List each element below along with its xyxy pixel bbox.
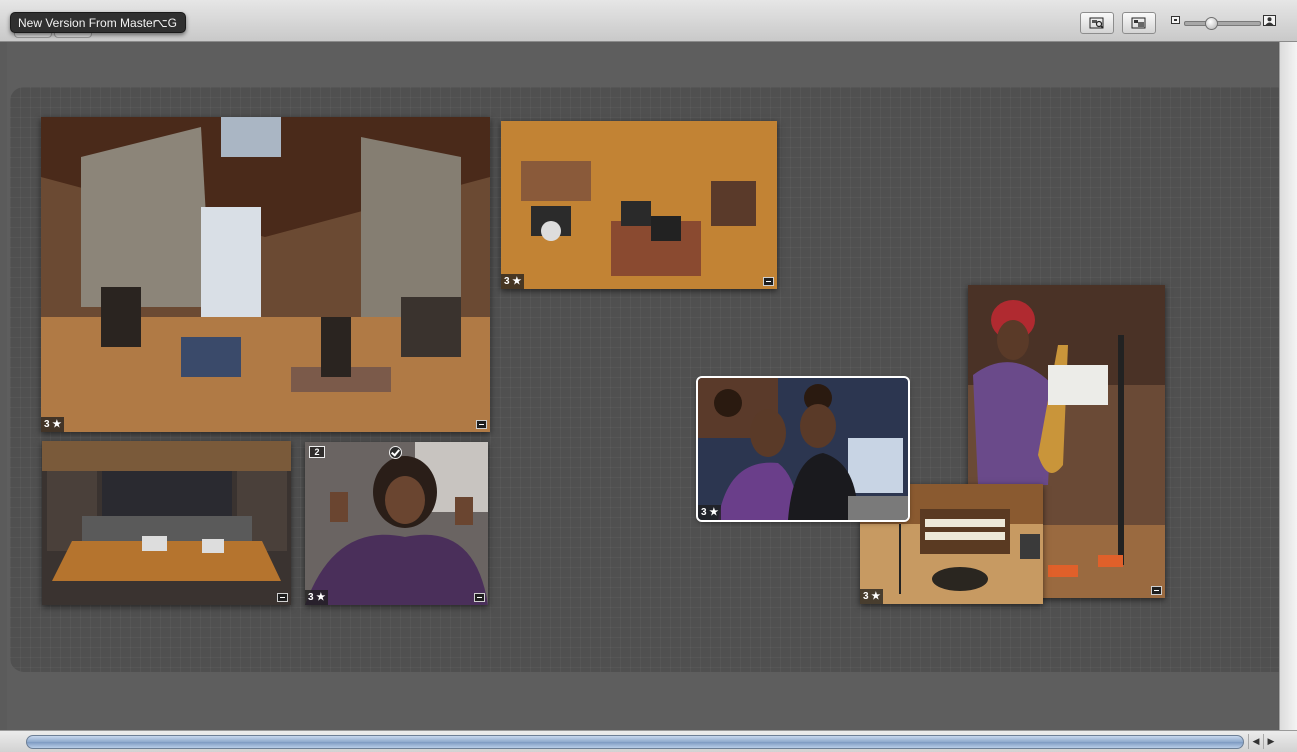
photo-overhead-band[interactable]: 3 ★ <box>501 121 777 289</box>
adjustments-icon[interactable] <box>1151 586 1162 595</box>
rating-badge: 3 ★ <box>698 505 722 520</box>
photo-portrait-dreadlocks[interactable]: 2 3 ★ <box>305 442 488 605</box>
tooltip: New Version From Master ⌥G <box>10 12 186 33</box>
toolbar: New Version From Master ⌥G <box>0 0 1297 42</box>
loupe-view-icon <box>1089 17 1104 29</box>
stack-count-badge[interactable]: 2 <box>309 446 325 458</box>
scroll-left-arrow-icon[interactable]: ◀ <box>1248 734 1263 749</box>
photo-overhead-band-image <box>501 121 777 289</box>
photo-control-room-image <box>42 441 291 605</box>
large-thumbnail-icon <box>1263 15 1276 26</box>
adjustments-icon[interactable] <box>763 277 774 286</box>
pick-check-icon[interactable] <box>389 446 402 459</box>
photo-portrait-dreadlocks-image <box>305 442 488 605</box>
adjustments-icon[interactable] <box>474 593 485 602</box>
adjustments-icon[interactable] <box>277 593 288 602</box>
photo-control-room[interactable] <box>42 441 291 605</box>
horizontal-scrollbar[interactable]: ◀ ▶ <box>0 730 1297 752</box>
photo-two-men-console-image <box>698 378 908 520</box>
zoom-slider-knob[interactable] <box>1205 17 1218 30</box>
rating-badge: 3 ★ <box>501 274 525 289</box>
tooltip-label: New Version From Master <box>18 16 157 30</box>
scroll-right-arrow-icon[interactable]: ▶ <box>1263 734 1278 749</box>
tooltip-shortcut: ⌥G <box>153 16 177 30</box>
rating-badge: 3 ★ <box>860 589 884 604</box>
adjustments-icon[interactable] <box>476 420 487 429</box>
horizontal-scroll-thumb[interactable] <box>26 735 1244 749</box>
vertical-scrollbar[interactable] <box>1279 42 1297 730</box>
photo-studio-wide[interactable]: 3 ★ <box>41 117 490 432</box>
photo-two-men-console[interactable]: 3 ★ <box>696 376 910 522</box>
photo-studio-wide-image <box>41 117 490 432</box>
zoom-slider[interactable] <box>1184 17 1261 30</box>
view-browser-button[interactable] <box>1080 12 1114 34</box>
small-thumbnail-icon <box>1171 16 1180 24</box>
viewer-layout-icon <box>1131 17 1146 29</box>
rating-badge: 3 ★ <box>305 590 329 605</box>
view-viewer-button[interactable] <box>1122 12 1156 34</box>
rating-badge: 3 ★ <box>41 417 65 432</box>
